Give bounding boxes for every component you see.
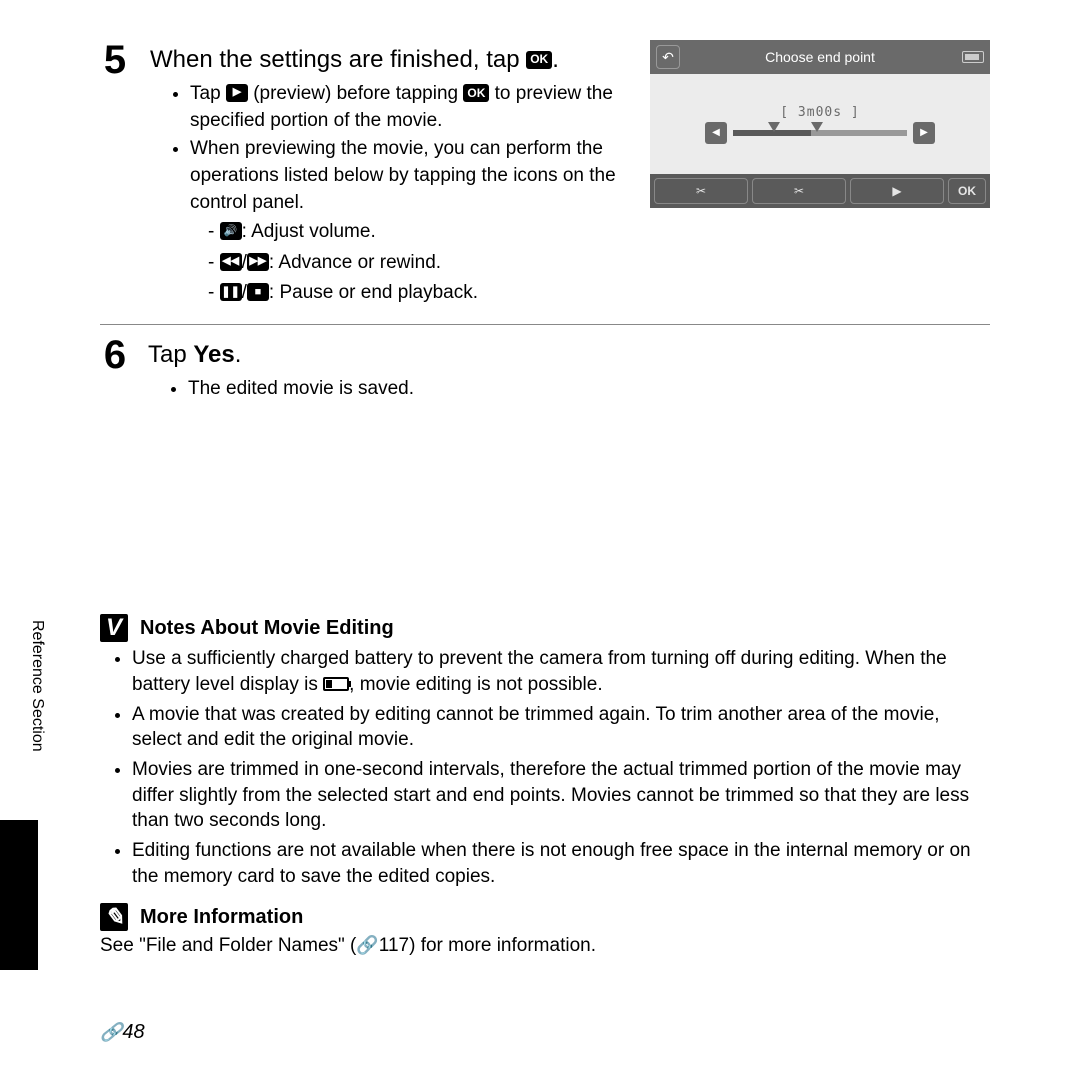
notes-b2: A movie that was created by editing cann… xyxy=(132,702,990,753)
sub1-text: : Adjust volume. xyxy=(242,221,376,242)
handle-end[interactable] xyxy=(811,122,823,132)
b1-before: Tap xyxy=(190,83,226,104)
more-heading-row: ✎ More Information xyxy=(100,903,990,931)
battery-icon xyxy=(962,51,984,63)
step5-bullet-2: When previewing the movie, you can perfo… xyxy=(190,136,630,216)
notes-b3: Movies are trimmed in one-second interva… xyxy=(132,757,990,834)
handle-start[interactable] xyxy=(768,122,780,132)
page-number: 🔗48 xyxy=(100,1021,145,1044)
s6-bold: Yes xyxy=(193,341,234,368)
notes-block: V Notes About Movie Editing Use a suffic… xyxy=(100,614,990,957)
step6-bullets: The edited movie is saved. xyxy=(148,376,990,403)
sub1: 🔊: Adjust volume. xyxy=(208,218,630,247)
mt-before: See "File and Folder Names" ( xyxy=(100,935,356,956)
s6-after: . xyxy=(235,341,242,368)
s6-before: Tap xyxy=(148,341,193,368)
cut-end-button[interactable]: ✂ xyxy=(752,178,846,204)
notes-bullets: Use a sufficiently charged battery to pr… xyxy=(100,646,990,889)
cut-start-button[interactable]: ✂ xyxy=(654,178,748,204)
step-6-body: Tap Yes. The edited movie is saved. xyxy=(148,335,990,405)
page-number-value: 48 xyxy=(122,1021,144,1044)
play-button[interactable]: ▶ xyxy=(850,178,944,204)
b1-mid: (preview) before tapping xyxy=(248,83,463,104)
battery-low-icon xyxy=(323,677,349,691)
timeline-next-button[interactable]: ▶ xyxy=(913,122,935,144)
step5-bullet-1: Tap ▶ (preview) before tapping OK to pre… xyxy=(190,81,630,134)
step5-bullets: Tap ▶ (preview) before tapping OK to pre… xyxy=(150,81,630,307)
notes-icon: V xyxy=(100,614,128,642)
notes-heading: Notes About Movie Editing xyxy=(140,617,394,640)
pause-icon: ❚❚ xyxy=(220,283,242,301)
ok-icon: OK xyxy=(526,51,552,69)
stop-icon: ■ xyxy=(247,283,269,301)
forward-icon: ▶▶ xyxy=(247,253,269,271)
volume-icon: 🔊 xyxy=(220,222,242,240)
preview-icon: ▶ xyxy=(226,84,248,102)
step5-heading-after: . xyxy=(552,46,559,73)
screen-header: ↶ Choose end point xyxy=(650,40,990,74)
section-tab xyxy=(0,820,38,970)
mt-page: 117) for more information. xyxy=(379,935,596,956)
ok-button[interactable]: OK xyxy=(948,178,986,204)
sub2: ◀◀/▶▶: Advance or rewind. xyxy=(208,249,630,278)
step-6-heading: Tap Yes. xyxy=(148,339,990,370)
camera-screen: ↶ Choose end point [ 3m00s ] ◀ ▶ xyxy=(650,40,990,208)
side-label: Reference Section xyxy=(28,620,46,752)
back-button[interactable]: ↶ xyxy=(656,45,680,69)
ok-icon: OK xyxy=(463,84,489,102)
notes-heading-row: V Notes About Movie Editing xyxy=(100,614,990,642)
rewind-icon: ◀◀ xyxy=(220,253,242,271)
step5-subdash: 🔊: Adjust volume. ◀◀/▶▶: Advance or rewi… xyxy=(190,218,630,308)
more-info-block: ✎ More Information See "File and Folder … xyxy=(100,903,990,957)
step5-heading-before: When the settings are finished, tap xyxy=(150,46,526,73)
more-text: See "File and Folder Names" (🔗117) for m… xyxy=(100,935,990,957)
screen-body: [ 3m00s ] ◀ ▶ xyxy=(650,74,990,174)
more-heading: More Information xyxy=(140,906,303,929)
pencil-icon: ✎ xyxy=(100,903,128,931)
sub2-text: : Advance or rewind. xyxy=(269,252,441,273)
sub3-text: : Pause or end playback. xyxy=(269,282,478,303)
screen-footer: ✂ ✂ ▶ OK xyxy=(650,174,990,208)
step-5-body: When the settings are finished, tap OK. … xyxy=(150,40,630,310)
time-label: [ 3m00s ] xyxy=(705,105,935,120)
sub3: ❚❚/■: Pause or end playback. xyxy=(208,279,630,308)
time-value: 3m00s xyxy=(798,105,842,120)
step-5: 5 When the settings are finished, tap OK… xyxy=(100,40,990,310)
notes-b1: Use a sufficiently charged battery to pr… xyxy=(132,646,990,697)
step-number-6: 6 xyxy=(100,335,130,375)
divider xyxy=(100,324,990,325)
timeline: [ 3m00s ] ◀ ▶ xyxy=(705,105,935,144)
notes-b4: Editing functions are not available when… xyxy=(132,838,990,889)
screen-title: Choose end point xyxy=(650,49,990,65)
timeline-prev-button[interactable]: ◀ xyxy=(705,122,727,144)
step6-bullet-1: The edited movie is saved. xyxy=(188,376,990,403)
step-5-heading: When the settings are finished, tap OK. xyxy=(150,44,630,75)
step-number-5: 5 xyxy=(100,40,130,80)
nb1-after: , movie editing is not possible. xyxy=(349,674,602,695)
ref-link-icon: 🔗 xyxy=(356,935,378,956)
timeline-track[interactable] xyxy=(733,130,907,136)
step-6: 6 Tap Yes. The edited movie is saved. xyxy=(100,335,990,405)
page-link-icon: 🔗 xyxy=(100,1022,122,1043)
timeline-bar: ◀ ▶ xyxy=(705,122,935,144)
